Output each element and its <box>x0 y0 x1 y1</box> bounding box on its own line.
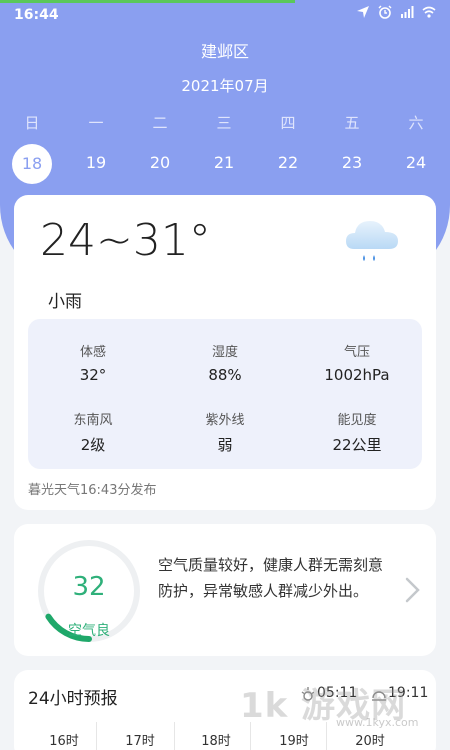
detail-value: 2级 <box>80 436 106 454</box>
date-item[interactable]: 19 <box>76 144 116 182</box>
detail-label: 体感 <box>79 345 106 360</box>
detail-uv: 紫外线 弱 <box>160 409 290 455</box>
chevron-right-icon[interactable] <box>404 576 422 604</box>
detail-humidity: 湿度 88% <box>160 341 290 384</box>
rain-cloud-icon <box>346 221 398 261</box>
hour-divider <box>96 722 97 750</box>
weekday-label: 二 <box>152 114 168 132</box>
aqi-description: 空气质量较好，健康人群无需刻意防护，异常敏感人群减少外出。 <box>158 556 384 600</box>
location-icon <box>357 6 369 18</box>
date-item[interactable]: 24 <box>396 144 436 182</box>
hour-label: 17时 <box>125 734 155 749</box>
weekday-label: 日 <box>24 114 40 132</box>
weekday-label: 五 <box>344 114 360 132</box>
aqi-level: 空气良 <box>68 623 110 639</box>
temperature-range: 24~31° <box>40 215 211 266</box>
weather-details-panel: 体感 32° 湿度 88% 气压 1002hPa 东南风 2级 紫外线 弱 能见… <box>28 319 422 469</box>
load-progress-bar <box>0 0 295 3</box>
watermark-url: www.1kyx.com <box>336 716 419 729</box>
detail-wind: 东南风 2级 <box>28 409 158 455</box>
month-label[interactable]: 2021年07月 <box>0 75 450 96</box>
aqi-value: 32 <box>72 572 106 602</box>
status-time: 16:44 <box>14 7 59 23</box>
status-bar: 16:44 <box>0 4 450 28</box>
date-item[interactable]: 22 <box>268 144 308 182</box>
detail-label: 紫外线 <box>205 413 245 428</box>
weekday-label: 三 <box>216 114 232 132</box>
detail-label: 湿度 <box>211 345 238 360</box>
hour-label: 18时 <box>201 734 231 749</box>
detail-label: 气压 <box>343 345 370 360</box>
status-icons <box>356 5 436 19</box>
detail-label: 东南风 <box>73 413 113 428</box>
weekday-label: 一 <box>88 114 104 132</box>
weekday-label: 六 <box>408 114 424 132</box>
date-item-selected[interactable]: 18 <box>12 144 52 184</box>
detail-visibility: 能见度 22公里 <box>292 409 422 455</box>
detail-feels-like: 体感 32° <box>28 341 158 384</box>
detail-value: 88% <box>208 366 242 384</box>
detail-value: 弱 <box>217 436 233 454</box>
date-item[interactable]: 21 <box>204 144 244 182</box>
hd-signal-icon <box>401 6 414 18</box>
hour-label: 16时 <box>49 734 79 749</box>
hour-label: 20时 <box>355 734 385 749</box>
district-title[interactable]: 建邺区 <box>0 38 450 62</box>
detail-value: 22公里 <box>332 436 382 454</box>
detail-value: 1002hPa <box>324 366 390 384</box>
hour-label: 19时 <box>279 734 309 749</box>
wifi-icon <box>422 6 436 18</box>
detail-label: 能见度 <box>337 413 377 428</box>
detail-value: 32° <box>79 366 107 384</box>
weekday-label: 四 <box>280 114 296 132</box>
hour-divider <box>174 722 175 750</box>
detail-pressure: 气压 1002hPa <box>292 341 422 384</box>
forecast-title: 24小时预报 <box>28 689 118 709</box>
air-quality-card[interactable]: 32 空气良 空气质量较好，健康人群无需刻意防护，异常敏感人群减少外出。 <box>14 524 436 656</box>
alarm-icon <box>378 5 392 19</box>
today-weather-card: 24~31° 小雨 体感 32° 湿度 88% 气压 1002hPa 东南风 2… <box>14 195 436 510</box>
date-item[interactable]: 20 <box>140 144 180 182</box>
publish-note: 暮光天气16:43分发布 <box>28 483 157 498</box>
weather-condition: 小雨 <box>48 292 82 312</box>
date-item[interactable]: 23 <box>332 144 372 182</box>
